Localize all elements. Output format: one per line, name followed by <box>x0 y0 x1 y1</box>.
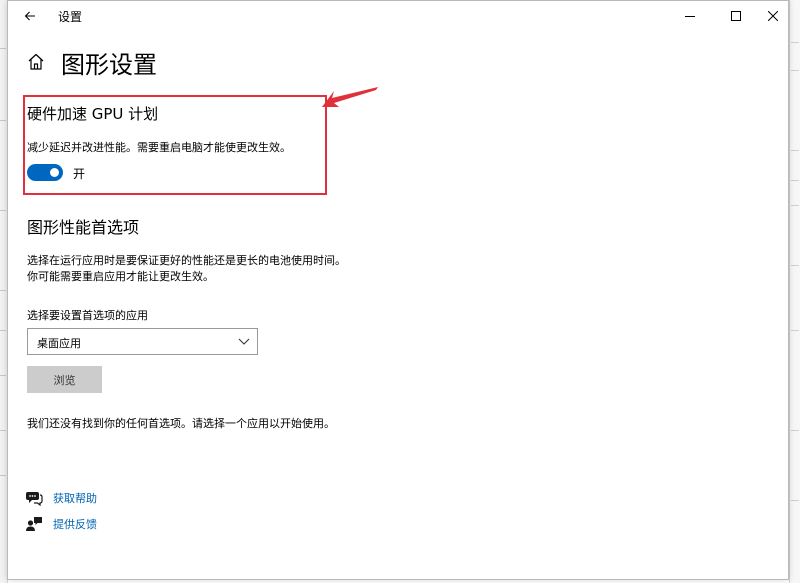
no-preferences-message: 我们还没有找到你的任何首选项。请选择一个应用以开始使用。 <box>27 417 335 430</box>
chevron-down-icon <box>238 338 250 345</box>
help-chat-icon <box>26 492 43 506</box>
background-window-right <box>789 0 800 583</box>
app-select-label: 选择要设置首选项的应用 <box>27 309 148 322</box>
window-title: 设置 <box>58 10 83 24</box>
browse-button[interactable]: 浏览 <box>27 366 102 393</box>
highlight-box <box>23 95 327 195</box>
back-button[interactable] <box>16 3 44 29</box>
back-arrow-icon <box>24 11 35 21</box>
settings-window: 设置 图形设置 硬件加速 GPU 计划 减少延迟并改进性能。需要重启电脑才能使更… <box>7 0 789 580</box>
give-feedback-link[interactable]: 提供反馈 <box>25 515 97 533</box>
graphics-preference-desc-2: 你可能需要重启应用才能让更改生效。 <box>27 270 214 283</box>
get-help-link[interactable]: 获取帮助 <box>25 489 97 507</box>
minimize-icon <box>685 16 695 17</box>
give-feedback-link-text: 提供反馈 <box>53 518 97 531</box>
app-type-dropdown[interactable]: 桌面应用 <box>27 328 258 355</box>
minimize-button[interactable] <box>667 1 713 31</box>
graphics-preference-title: 图形性能首选项 <box>27 218 140 237</box>
home-icon[interactable] <box>25 51 47 73</box>
graphics-preference-desc-1: 选择在运行应用时是要保证更好的性能还是更长的电池使用时间。 <box>27 254 346 267</box>
app-type-selected-value: 桌面应用 <box>37 337 81 350</box>
feedback-person-icon <box>26 517 42 531</box>
close-icon <box>768 11 778 21</box>
get-help-link-text: 获取帮助 <box>53 492 97 505</box>
close-button[interactable] <box>750 1 796 31</box>
title-bar: 设置 <box>8 1 788 31</box>
page-title: 图形设置 <box>61 51 157 79</box>
annotation-arrow-icon <box>322 87 378 107</box>
maximize-icon <box>731 11 741 21</box>
screen: 设置 图形设置 硬件加速 GPU 计划 减少延迟并改进性能。需要重启电脑才能使更… <box>0 0 800 583</box>
